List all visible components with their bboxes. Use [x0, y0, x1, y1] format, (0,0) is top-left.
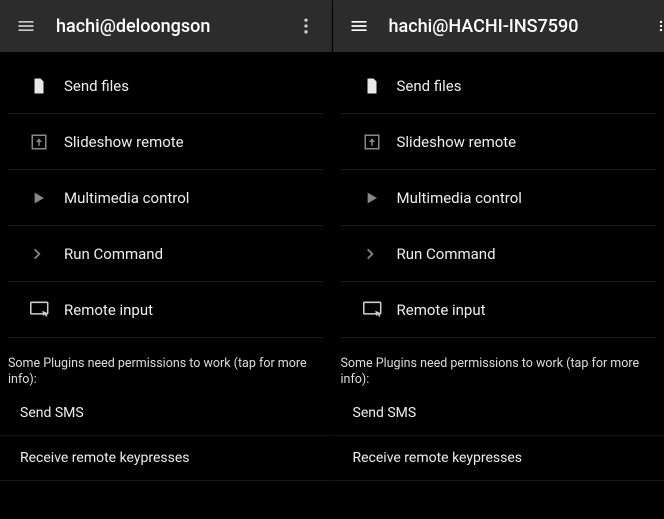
pane-left: hachi@deloongson Send files Slideshow re…	[0, 0, 332, 519]
item-send-files[interactable]: Send files	[8, 58, 324, 114]
permission-item[interactable]: Receive remote keypresses	[333, 436, 664, 481]
item-label: Slideshow remote	[64, 133, 184, 151]
permission-item[interactable]: Receive remote keypresses	[0, 436, 332, 481]
permission-item[interactable]: Send SMS	[0, 391, 332, 436]
appbar-title: hachi@HACHI-INS7590	[389, 16, 661, 37]
item-slideshow-remote[interactable]: Slideshow remote	[8, 114, 324, 170]
pane-right: hachi@HACHI-INS7590 Send files Slideshow…	[332, 0, 664, 519]
upload-box-icon	[30, 133, 64, 151]
item-slideshow-remote[interactable]: Slideshow remote	[341, 114, 657, 170]
menu-button[interactable]	[337, 4, 381, 48]
appbar: hachi@deloongson	[0, 0, 332, 52]
permission-item[interactable]: Send SMS	[333, 391, 664, 436]
item-label: Run Command	[397, 245, 496, 263]
more-vert-icon	[654, 16, 664, 36]
appbar-title: hachi@deloongson	[56, 16, 284, 37]
item-run-command[interactable]: Run Command	[341, 226, 657, 282]
overflow-button[interactable]	[654, 0, 664, 52]
remote-input-icon	[363, 301, 397, 319]
item-label: Run Command	[64, 245, 163, 263]
hamburger-icon	[349, 16, 369, 36]
chevron-right-icon	[30, 247, 64, 261]
upload-box-icon	[363, 133, 397, 151]
permissions-header[interactable]: Some Plugins need permissions to work (t…	[333, 338, 664, 391]
item-run-command[interactable]: Run Command	[8, 226, 324, 282]
item-send-files[interactable]: Send files	[341, 58, 657, 114]
overflow-button[interactable]	[284, 4, 328, 48]
file-icon	[30, 77, 64, 95]
file-icon	[363, 77, 397, 95]
item-label: Send files	[64, 77, 129, 95]
item-label: Remote input	[64, 301, 153, 319]
play-icon	[363, 190, 397, 206]
remote-input-icon	[30, 301, 64, 319]
item-multimedia-control[interactable]: Multimedia control	[341, 170, 657, 226]
chevron-right-icon	[363, 247, 397, 261]
content: Send files Slideshow remote Multimedia c…	[0, 52, 332, 519]
appbar: hachi@HACHI-INS7590	[333, 0, 664, 52]
item-label: Multimedia control	[64, 189, 189, 207]
item-multimedia-control[interactable]: Multimedia control	[8, 170, 324, 226]
play-icon	[30, 190, 64, 206]
item-remote-input[interactable]: Remote input	[8, 282, 324, 338]
more-vert-icon	[296, 16, 316, 36]
permissions-header[interactable]: Some Plugins need permissions to work (t…	[0, 338, 332, 391]
menu-button[interactable]	[4, 4, 48, 48]
item-label: Multimedia control	[397, 189, 522, 207]
content: Send files Slideshow remote Multimedia c…	[333, 52, 664, 519]
hamburger-icon	[16, 16, 36, 36]
item-label: Send files	[397, 77, 462, 95]
item-label: Remote input	[397, 301, 486, 319]
item-label: Slideshow remote	[397, 133, 517, 151]
item-remote-input[interactable]: Remote input	[341, 282, 657, 338]
